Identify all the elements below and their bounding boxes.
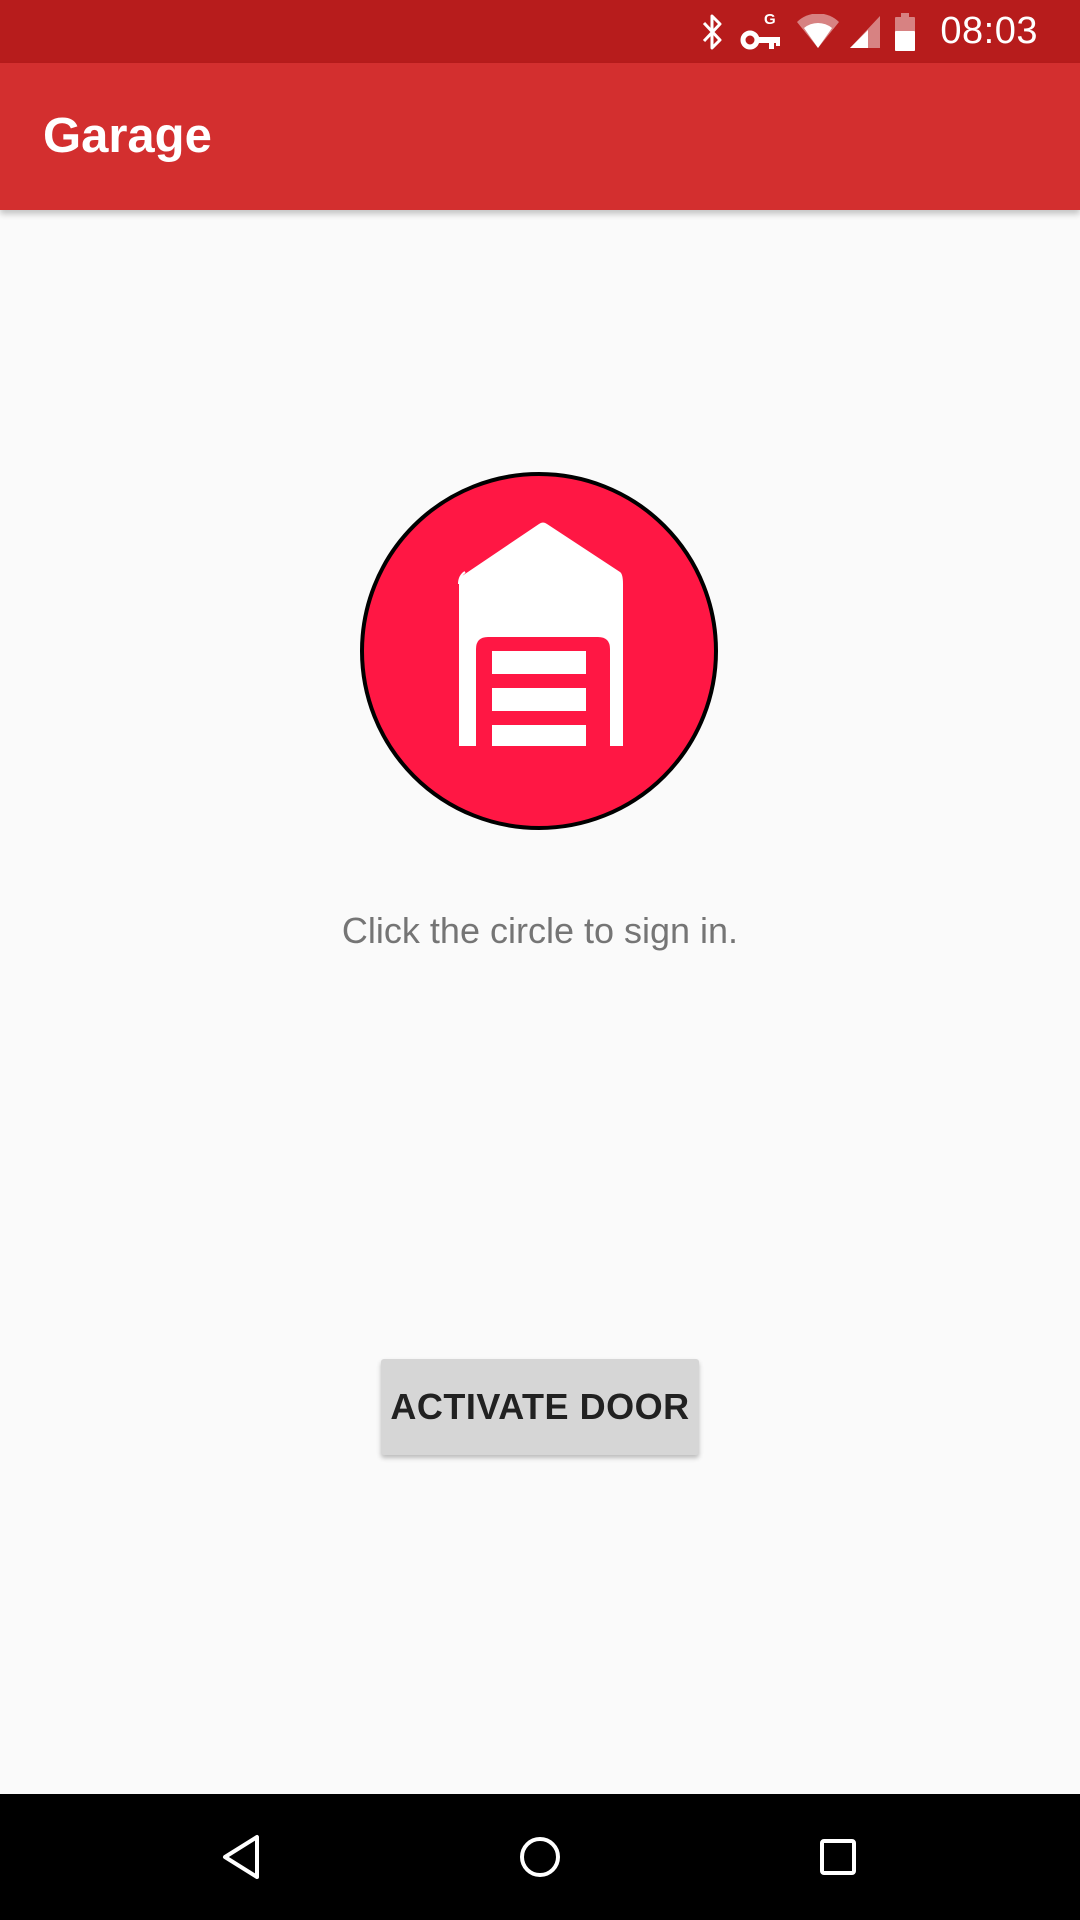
app-bar: Garage [0, 63, 1080, 210]
status-time: 08:03 [940, 10, 1038, 52]
recents-button[interactable] [775, 1794, 901, 1920]
screen: G 08:03 Garage Click the circle to sign … [0, 0, 1080, 1920]
app-title: Garage [43, 109, 212, 163]
sign-in-circle-button[interactable] [360, 472, 718, 830]
activate-door-button[interactable]: ACTIVATE DOOR [381, 1359, 699, 1455]
home-icon [520, 1837, 560, 1877]
status-bar: G 08:03 [0, 0, 1080, 63]
svg-text:G: G [764, 11, 776, 28]
recents-icon [820, 1839, 856, 1875]
back-button[interactable] [178, 1794, 304, 1920]
navigation-bar [0, 1794, 1080, 1920]
wifi-icon [792, 0, 844, 63]
vpn-key-icon: G [734, 0, 792, 63]
home-button[interactable] [477, 1794, 603, 1920]
bluetooth-icon [690, 0, 734, 63]
status-icons: G 08:03 [690, 0, 1080, 63]
battery-icon [886, 0, 924, 63]
sign-in-hint: Click the circle to sign in. [341, 910, 739, 951]
cell-signal-icon [844, 0, 886, 63]
back-icon [223, 1835, 259, 1879]
garage-icon [458, 522, 623, 746]
